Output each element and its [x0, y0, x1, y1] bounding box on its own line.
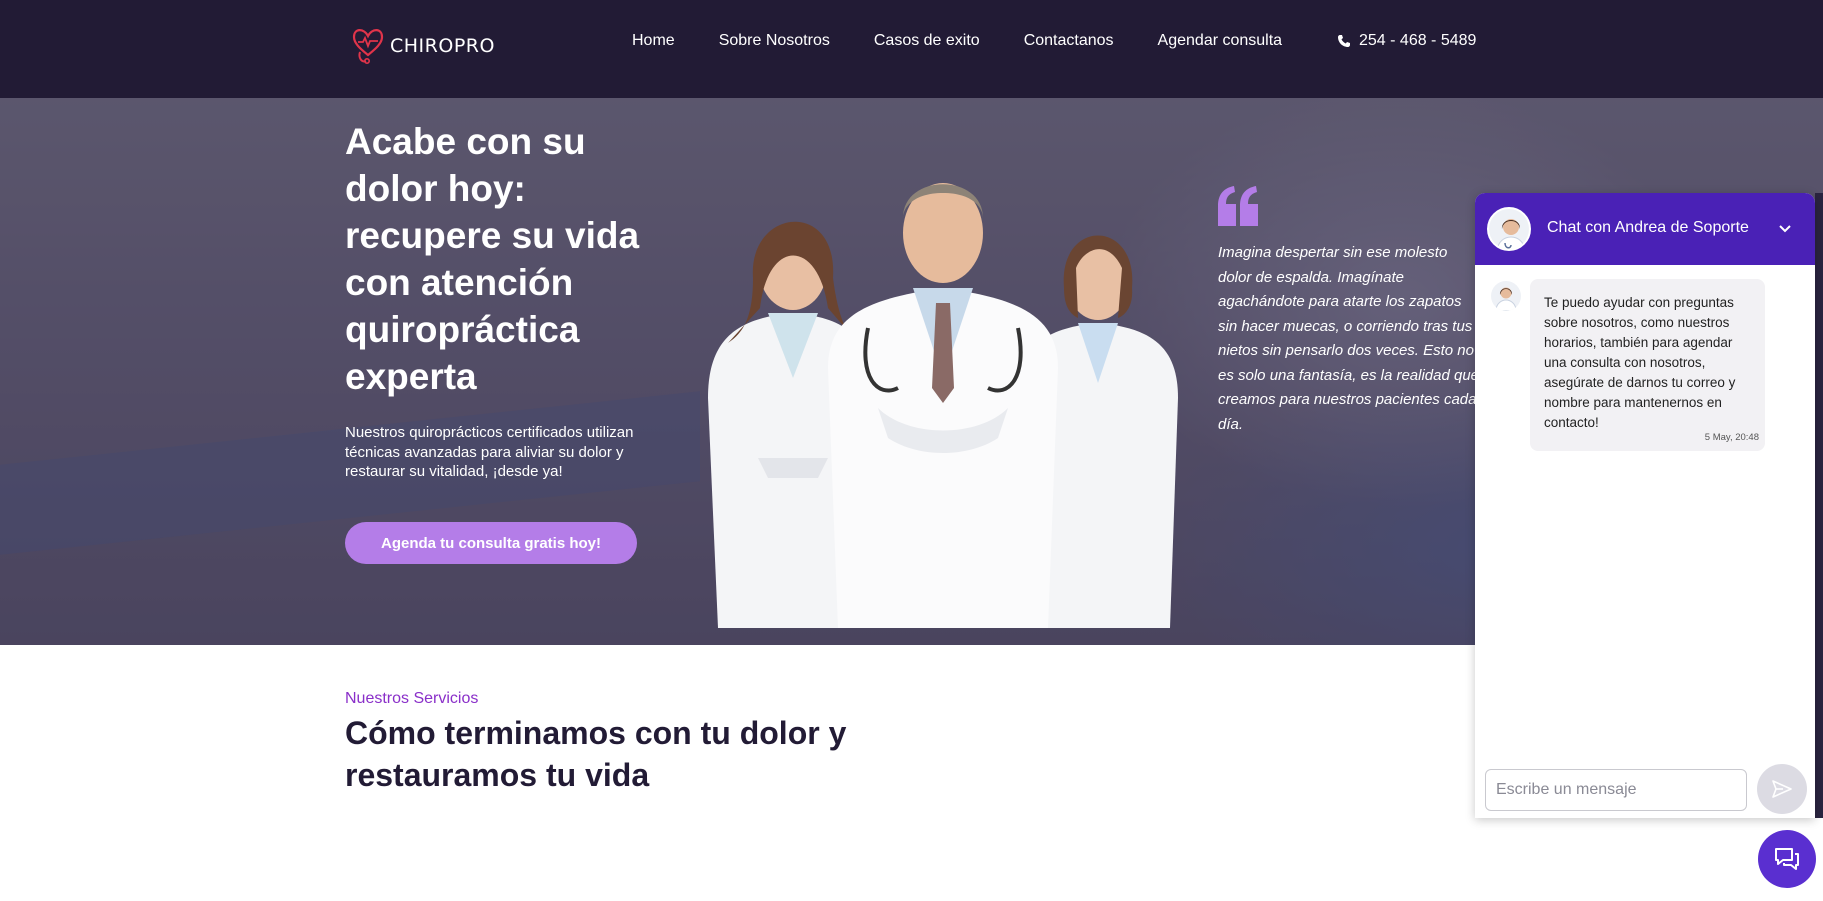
agent-avatar [1487, 207, 1531, 251]
services-label: Nuestros Servicios [345, 690, 479, 707]
chat-message-time: 5 May, 20:48 [1704, 432, 1759, 443]
chevron-down-icon[interactable] [1775, 219, 1795, 239]
hero-quote: Imagina despertar sin ese molesto dolor … [1218, 244, 1480, 433]
main-nav: Home Sobre Nosotros Casos de exito Conta… [632, 32, 1282, 50]
phone-link[interactable]: 254 - 468 - 5489 [1337, 32, 1476, 50]
brand-logo[interactable]: CHIROPRO [350, 22, 495, 66]
chat-message-text: Te puedo ayudar con preguntas sobre noso… [1544, 295, 1736, 430]
hero-subtitle: Nuestros quiroprácticos certificados uti… [345, 424, 634, 480]
doctors-team-image [708, 183, 1178, 628]
services-title: Cómo terminamos con tu dolor y restauram… [345, 715, 847, 793]
nav-casos-de-exito[interactable]: Casos de exito [874, 32, 980, 50]
top-navbar: CHIROPRO Home Sobre Nosotros Casos de ex… [0, 0, 1823, 98]
phone-number: 254 - 468 - 5489 [1359, 32, 1477, 49]
chat-title: Chat con Andrea de Soporte [1547, 219, 1749, 236]
chat-message: Te puedo ayudar con preguntas sobre noso… [1530, 279, 1765, 451]
chat-launcher-button[interactable] [1758, 830, 1816, 888]
quote-icon [1218, 186, 1258, 226]
book-consultation-button[interactable]: Agenda tu consulta gratis hoy! [345, 522, 637, 564]
nav-agendar-consulta[interactable]: Agendar consulta [1158, 32, 1283, 50]
heart-stethoscope-icon [352, 29, 384, 64]
send-icon [1772, 780, 1792, 798]
chat-bubbles-icon [1775, 848, 1799, 870]
message-avatar [1491, 281, 1521, 311]
send-button[interactable] [1757, 764, 1807, 814]
nav-sobre-nosotros[interactable]: Sobre Nosotros [719, 32, 830, 50]
hero-title: Acabe con su dolor hoy: recupere su vida… [345, 121, 640, 397]
phone-icon [1338, 35, 1350, 47]
nav-contactanos[interactable]: Contactanos [1024, 32, 1114, 50]
chat-header[interactable]: Chat con Andrea de Soporte [1475, 193, 1815, 265]
agent-avatar-small-icon [1491, 281, 1521, 311]
chat-message-input[interactable] [1485, 769, 1747, 811]
page-scrollbar[interactable] [1815, 193, 1823, 818]
agent-avatar-icon [1489, 209, 1529, 249]
chat-widget: Chat con Andrea de Soporte Te puedo ayud… [1475, 193, 1815, 818]
brand-name: CHIROPRO [390, 35, 495, 57]
nav-home[interactable]: Home [632, 32, 675, 50]
